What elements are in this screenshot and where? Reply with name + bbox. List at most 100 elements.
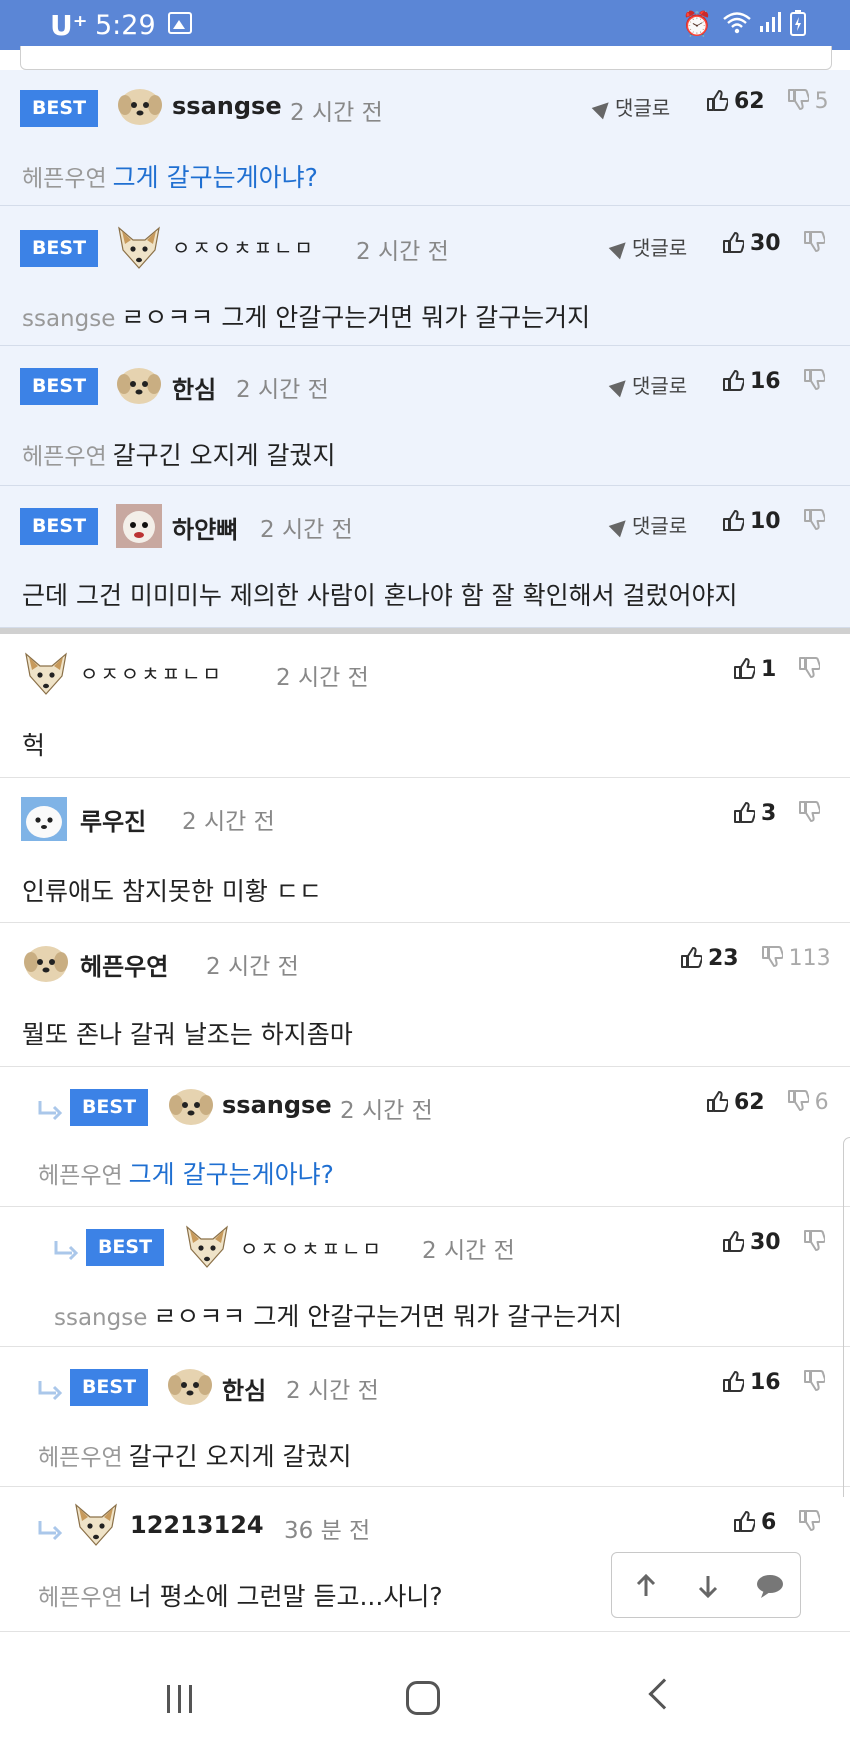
vote-group: 30 [722, 1229, 825, 1255]
reply-target[interactable]: 헤픈우연 [38, 1585, 123, 1611]
thumb-down-icon[interactable] [803, 368, 825, 392]
thumb-down-icon[interactable] [798, 656, 820, 680]
comment-body: ssangse ㄹㅇㅋㅋ 그게 안갈구는거면 뭐가 갈구는거지 [22, 298, 590, 334]
fox-avatar-icon[interactable] [115, 224, 163, 270]
carrier-label: U⁺ [50, 9, 88, 42]
best-comment: BEST 하얀뼈 2 시간 전 댓글로 10 근데 그건 미미미누 제의한 사람… [0, 486, 850, 628]
reply-target[interactable]: 헤픈우연 [38, 1163, 123, 1189]
best-badge: BEST [86, 1229, 164, 1266]
puppy-avatar-icon[interactable] [115, 362, 163, 408]
puppy-avatar-icon[interactable] [166, 1363, 214, 1409]
reply-button[interactable]: 댓글로 [608, 510, 687, 539]
comment-body: 인류애도 참지못한 미황 ㄷㄷ [22, 872, 322, 908]
timestamp: 2 시간 전 [206, 954, 299, 980]
fox-avatar-icon[interactable] [183, 1223, 231, 1269]
comment-item: 루우진 2 시간 전 3 인류애도 참지못한 미황 ㄷㄷ [0, 778, 850, 923]
thumb-up-icon[interactable] [722, 508, 744, 532]
thumb-up-icon[interactable] [722, 368, 744, 392]
thumb-down-icon[interactable] [803, 1229, 825, 1253]
thumb-down-icon[interactable] [787, 1089, 809, 1113]
send-arrow-icon [591, 96, 615, 120]
reply-target[interactable]: ssangse [54, 1305, 147, 1331]
timestamp: 2 시간 전 [182, 809, 275, 835]
back-icon[interactable] [648, 1678, 680, 1710]
timestamp: 2 시간 전 [260, 517, 353, 543]
author-name[interactable]: 루우진 [80, 802, 146, 837]
comment-text: 갈구긴 오지게 갈궜지 [128, 1442, 352, 1471]
comment-body: ssangse ㄹㅇㅋㅋ 그게 안갈구는거면 뭐가 갈구는거지 [54, 1297, 622, 1333]
floating-nav [611, 1552, 801, 1618]
thumb-up-icon[interactable] [733, 1509, 755, 1533]
thumb-down-icon[interactable] [787, 88, 809, 112]
thumb-up-icon[interactable] [722, 1369, 744, 1393]
comment-text: ㄹㅇㅋㅋ 그게 안갈구는거면 뭐가 갈구는거지 [153, 1302, 623, 1331]
thumb-up-icon[interactable] [733, 800, 755, 824]
thumb-down-icon[interactable] [798, 800, 820, 824]
comment-text: ㄹㅇㅋㅋ 그게 안갈구는거면 뭐가 갈구는거지 [121, 303, 591, 332]
thumb-up-icon[interactable] [722, 230, 744, 254]
vote-group: 62 6 [706, 1089, 829, 1115]
timestamp: 2 시간 전 [276, 665, 369, 691]
home-icon[interactable] [406, 1681, 440, 1715]
reply-button[interactable]: 댓글로 [591, 92, 670, 121]
reply-target[interactable]: 헤픈우연 [22, 444, 107, 470]
puppy-avatar-icon[interactable] [167, 1083, 215, 1129]
comment-item: ㅇㅈㅇㅊㅍㄴㅁ 2 시간 전 1 헉 [0, 634, 850, 778]
nested-reply: BEST ㅇㅈㅇㅊㅍㄴㅁ 2 시간 전 30 ssangse ㄹㅇㅋㅋ 그게 안갈… [0, 1207, 850, 1347]
recents-icon[interactable] [167, 1685, 200, 1717]
signal-icon [758, 10, 782, 40]
best-badge: BEST [20, 90, 98, 127]
fox-avatar-icon[interactable] [72, 1501, 120, 1547]
thumb-up-icon[interactable] [706, 88, 728, 112]
timestamp: 2 시간 전 [290, 100, 383, 126]
vote-group: 62 5 [706, 88, 829, 114]
vote-group: 6 [733, 1509, 820, 1535]
bone-avatar-icon[interactable] [115, 503, 163, 549]
battery-icon [790, 10, 806, 42]
thumb-down-icon[interactable] [798, 1509, 820, 1533]
vote-group: 1 [733, 656, 820, 682]
status-bar: U⁺ 5:29 ⏰ [0, 0, 850, 50]
fox-avatar-icon[interactable] [22, 650, 70, 696]
puppy-avatar-icon[interactable] [116, 83, 164, 129]
dog-avatar-icon[interactable] [20, 796, 68, 842]
author-name[interactable]: ㅇㅈㅇㅊㅍㄴㅁ [240, 1233, 383, 1262]
author-name[interactable]: 12213124 [130, 1511, 264, 1539]
arrow-down-icon[interactable] [690, 1568, 726, 1604]
send-arrow-icon [608, 236, 632, 260]
thumb-up-icon[interactable] [680, 945, 702, 969]
comment-body: 헤픈우연 너 평소에 그런말 듣고...사니? [38, 1577, 443, 1613]
thumb-down-icon[interactable] [803, 1369, 825, 1393]
arrow-up-icon[interactable] [628, 1568, 664, 1604]
reply-target[interactable]: 헤픈우연 [22, 166, 107, 192]
author-name[interactable]: ssangse [222, 1091, 332, 1119]
author-name[interactable]: 한심 [222, 1371, 266, 1406]
nested-reply: BEST 한심 2 시간 전 16 헤픈우연 갈구긴 오지게 갈궜지 [0, 1347, 850, 1487]
comment-text: 그게 갈구는게아냐? [128, 1160, 334, 1189]
comment-text: 근데 그건 미미미누 제의한 사람이 혼나야 함 잘 확인해서 걸렀어야지 [22, 581, 738, 610]
thumb-up-icon[interactable] [733, 656, 755, 680]
author-name[interactable]: 헤픈우연 [80, 947, 168, 982]
reply-button[interactable]: 댓글로 [608, 232, 687, 261]
reply-target[interactable]: 헤픈우연 [38, 1445, 123, 1471]
author-name[interactable]: ssangse [172, 92, 282, 120]
author-name[interactable]: ㅇㅈㅇㅊㅍㄴㅁ [172, 232, 315, 261]
vote-group: 10 [722, 508, 825, 534]
thumb-down-icon[interactable] [761, 945, 783, 969]
author-name[interactable]: 하얀뼈 [172, 510, 238, 545]
thumb-down-icon[interactable] [803, 230, 825, 254]
thumb-down-icon[interactable] [803, 508, 825, 532]
timestamp: 2 시간 전 [356, 239, 449, 265]
reply-button[interactable]: 댓글로 [608, 370, 687, 399]
reply-arrow-icon [36, 1377, 64, 1405]
thumb-up-icon[interactable] [722, 1229, 744, 1253]
reply-target[interactable]: ssangse [22, 306, 115, 332]
best-badge: BEST [20, 230, 98, 267]
comment-bubble-icon[interactable] [752, 1568, 788, 1604]
puppy-avatar-icon[interactable] [22, 940, 70, 986]
thumb-up-icon[interactable] [706, 1089, 728, 1113]
wifi-icon [722, 10, 752, 40]
scrollbar[interactable] [843, 1137, 850, 1497]
author-name[interactable]: 한심 [172, 370, 216, 405]
author-name[interactable]: ㅇㅈㅇㅊㅍㄴㅁ [80, 658, 223, 687]
